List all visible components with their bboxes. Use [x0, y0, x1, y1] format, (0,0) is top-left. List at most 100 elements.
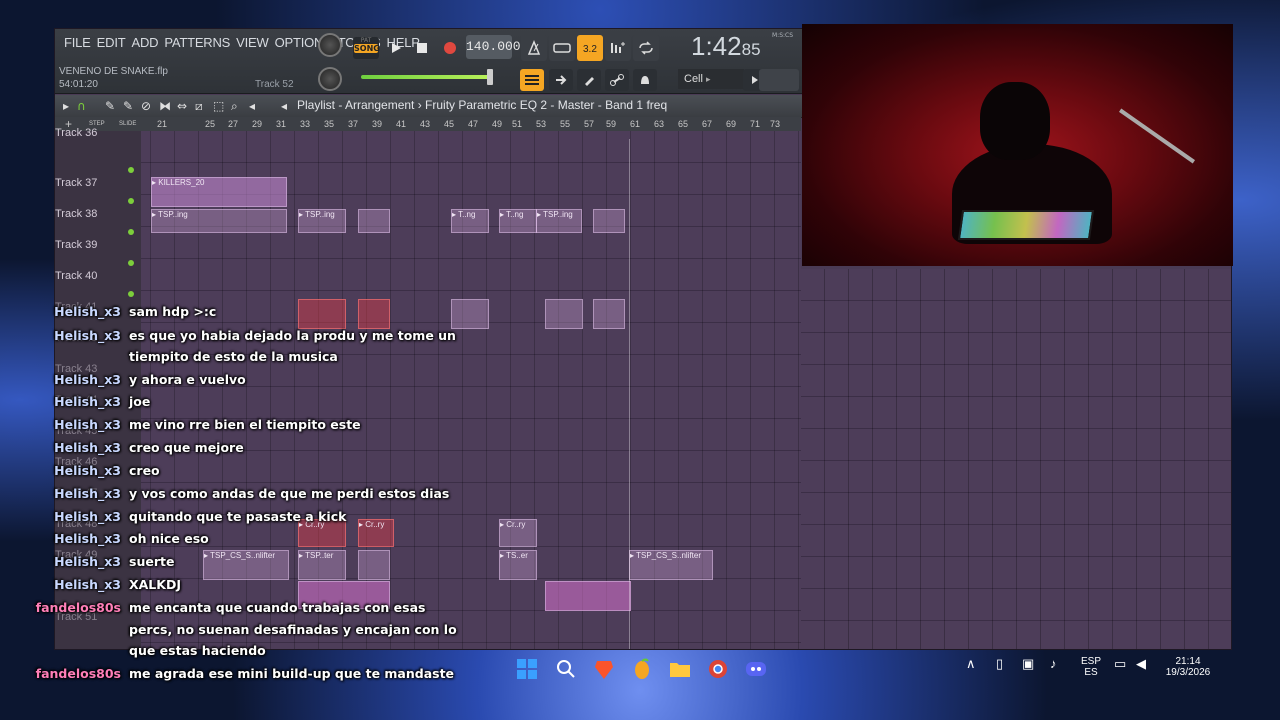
menu-file[interactable]: FILE: [61, 35, 94, 50]
channel-rack-button[interactable]: [549, 69, 573, 91]
clip[interactable]: [545, 581, 631, 611]
track-header[interactable]: Track 39: [55, 239, 141, 251]
track-header[interactable]: Track 40: [55, 270, 141, 282]
browser-button[interactable]: [605, 69, 629, 91]
menu-view[interactable]: VIEW: [233, 35, 271, 50]
track-header[interactable]: Track 37: [55, 177, 141, 189]
timeline-ruler[interactable]: + STEP SLIDE 21 25 27 29 31 33 35 37 39 …: [55, 117, 801, 132]
track-header[interactable]: Track 41: [55, 301, 141, 313]
track-header[interactable]: Track 43: [55, 363, 141, 375]
volume-icon[interactable]: ◀: [1136, 656, 1146, 672]
menu-add[interactable]: ADD: [128, 35, 161, 50]
clock[interactable]: 21:14 19/3/2026: [1160, 656, 1216, 678]
windows-start-icon[interactable]: [514, 656, 540, 682]
playlist-view-button[interactable]: [520, 69, 544, 91]
monitor-icon[interactable]: ▭: [1114, 656, 1126, 672]
play-button[interactable]: [383, 35, 409, 61]
clip-tsp-cs-nlifter[interactable]: ▸ TSP_CS_S..nlifter: [203, 550, 289, 580]
track-header[interactable]: Track 46: [55, 456, 141, 468]
tempo-display[interactable]: 140.000: [466, 35, 521, 59]
snap-selector[interactable]: Cell ▸: [678, 69, 744, 89]
paint-tool-icon[interactable]: ✎: [123, 99, 133, 113]
slider-thumb[interactable]: [487, 69, 493, 85]
microphone-icon[interactable]: ♪: [1050, 656, 1057, 671]
clip-t-ng[interactable]: ▸ T..ng: [499, 209, 537, 233]
clip-tsp-ing[interactable]: ▸ TSP..ing: [536, 209, 582, 233]
magnet-icon[interactable]: ∩: [77, 99, 86, 113]
arrow-left-icon[interactable]: ◂: [281, 99, 287, 113]
playhead-line[interactable]: [629, 139, 630, 649]
cpu-knob-icon[interactable]: [318, 33, 342, 57]
record-button[interactable]: [437, 35, 463, 61]
clip[interactable]: [358, 299, 390, 329]
chevron-right-icon[interactable]: ▸: [63, 99, 69, 113]
track-enable-led[interactable]: [128, 229, 134, 235]
clip[interactable]: [298, 581, 390, 609]
slice-tool-icon[interactable]: ⧄: [195, 99, 203, 114]
clip[interactable]: [451, 299, 489, 329]
track-header[interactable]: Track 42: [55, 332, 141, 344]
file-explorer-icon[interactable]: [667, 656, 693, 682]
fl-studio-icon[interactable]: [629, 656, 655, 682]
track-header[interactable]: Track 47: [55, 487, 141, 499]
clip-cr-ry[interactable]: ▸ Cr..ry: [298, 519, 346, 547]
clip-tsp-ing[interactable]: ▸ TSP..ing: [298, 209, 346, 233]
clip[interactable]: [593, 209, 625, 233]
track-enable-led[interactable]: [128, 167, 134, 173]
track-header[interactable]: Track 51: [55, 611, 141, 623]
menu-edit[interactable]: EDIT: [94, 35, 129, 50]
metronome-button[interactable]: [521, 35, 547, 61]
language-indicator[interactable]: ESP ES: [1080, 656, 1102, 678]
clip-tsp-ter[interactable]: ▸ TSP..ter: [298, 550, 346, 580]
blend-notes-button[interactable]: [605, 35, 631, 61]
network-app-icon[interactable]: ▣: [1022, 656, 1034, 672]
search-icon[interactable]: [553, 656, 579, 682]
brave-browser-icon[interactable]: [591, 656, 617, 682]
clip[interactable]: [298, 299, 346, 329]
track-header[interactable]: Track 44: [55, 394, 141, 406]
clip[interactable]: [545, 299, 583, 329]
select-tool-icon[interactable]: ⬚: [213, 99, 224, 113]
clip[interactable]: [358, 209, 390, 233]
clip-cr-ry[interactable]: ▸ Cr..ry: [499, 519, 537, 547]
slip-tool-icon[interactable]: ⇔: [177, 99, 187, 113]
clip-tsp-ing[interactable]: ▸ TSP..ing: [151, 209, 287, 233]
track-header[interactable]: Track 48: [55, 518, 141, 530]
stop-button[interactable]: [409, 35, 435, 61]
master-pitch-slider[interactable]: [361, 75, 491, 79]
track-header[interactable]: Track 45: [55, 425, 141, 437]
track-header[interactable]: Track 38: [55, 208, 141, 220]
draw-tool-icon[interactable]: ✎: [105, 99, 115, 113]
clip-ts-er[interactable]: ▸ TS..er: [499, 550, 537, 580]
usb-icon[interactable]: ▯: [996, 656, 1003, 672]
clip-killers[interactable]: ▸ KILLERS_20: [151, 177, 287, 207]
track-enable-led[interactable]: [128, 198, 134, 204]
clip-cr-ry[interactable]: ▸ Cr..ry: [358, 519, 394, 547]
delete-tool-icon[interactable]: ⊘: [141, 99, 151, 113]
loop-record-button[interactable]: [633, 35, 659, 61]
clip-tsp-cs-nlifter[interactable]: ▸ TSP_CS_S..nlifter: [629, 550, 713, 580]
track-header[interactable]: Track 36: [55, 127, 141, 139]
discord-icon[interactable]: [743, 656, 769, 682]
piano-roll-button[interactable]: [577, 69, 601, 91]
playlist-grid-empty[interactable]: [801, 269, 1231, 649]
ruler-bar: 31: [276, 119, 287, 129]
mixer-button[interactable]: [633, 69, 657, 91]
wait-for-input-button[interactable]: [549, 35, 575, 61]
speaker-icon[interactable]: ◂: [249, 99, 255, 113]
chrome-icon[interactable]: [705, 656, 731, 682]
track-header[interactable]: Track 49: [55, 549, 141, 561]
track-enable-led[interactable]: [128, 291, 134, 297]
track-header[interactable]: Track 50: [55, 580, 141, 592]
zoom-tool-icon[interactable]: ⌕: [231, 99, 238, 114]
master-volume-knob[interactable]: [318, 67, 342, 91]
menu-patterns[interactable]: PATTERNS: [161, 35, 233, 50]
track-enable-led[interactable]: [128, 260, 134, 266]
show-hidden-icons-icon[interactable]: ∧: [966, 656, 976, 672]
clip[interactable]: [358, 550, 390, 580]
countdown-button[interactable]: 3.2: [577, 35, 603, 61]
clip-t-ng[interactable]: ▸ T..ng: [451, 209, 489, 233]
pat-song-toggle[interactable]: PAT SONG: [353, 37, 380, 59]
mute-tool-icon[interactable]: ⧓: [159, 99, 171, 113]
clip[interactable]: [593, 299, 625, 329]
